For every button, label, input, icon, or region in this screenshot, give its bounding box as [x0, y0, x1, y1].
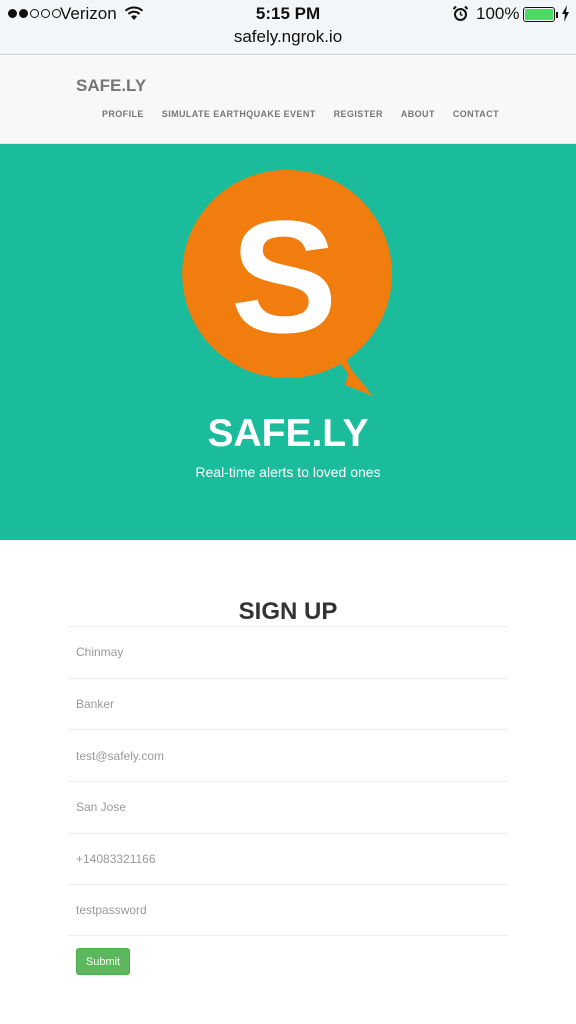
- alarm-icon: [452, 5, 469, 21]
- email-input[interactable]: [68, 748, 508, 763]
- nav-link-simulate-earthquake[interactable]: SIMULATE EARTHQUAKE EVENT: [162, 109, 316, 119]
- nav-link-profile[interactable]: PROFILE: [102, 109, 144, 119]
- battery-percent: 100%: [476, 4, 520, 23]
- nav-links: PROFILE SIMULATE EARTHQUAKE EVENT REGIST…: [102, 109, 499, 119]
- signup-title: SIGN UP: [238, 598, 338, 625]
- hero-subtitle: Real-time alerts to loved ones: [195, 464, 381, 480]
- logo-letter: S: [231, 187, 338, 366]
- submit-button[interactable]: Submit: [76, 948, 130, 975]
- ios-status-bar: Verizon 5:15 PM 100% safely.ngrok.io: [0, 0, 576, 55]
- form-row: [68, 626, 508, 678]
- battery-icon: [523, 7, 555, 22]
- address-bar-url[interactable]: safely.ngrok.io: [0, 27, 576, 47]
- hero-section: S SAFE.LY Real-time alerts to loved ones: [0, 144, 576, 540]
- battery-cap: [556, 12, 558, 18]
- site-navbar: SAFE.LY PROFILE SIMULATE EARTHQUAKE EVEN…: [0, 56, 576, 144]
- battery-fill: [525, 9, 553, 20]
- password-input[interactable]: [68, 903, 508, 918]
- nav-link-about[interactable]: ABOUT: [401, 109, 435, 119]
- nav-link-contact[interactable]: CONTACT: [453, 109, 499, 119]
- form-row: [68, 677, 508, 730]
- city-input[interactable]: [68, 800, 508, 815]
- form-row: [68, 832, 508, 885]
- hero-title: SAFE.LY: [207, 412, 369, 455]
- last-name-input[interactable]: [68, 697, 508, 712]
- form-row: [68, 781, 508, 833]
- form-row: [68, 729, 508, 781]
- phone-input[interactable]: [68, 852, 508, 867]
- form-row: [68, 884, 508, 937]
- signup-form: [68, 626, 508, 937]
- nav-link-register[interactable]: REGISTER: [334, 109, 383, 119]
- first-name-input[interactable]: [68, 645, 508, 660]
- status-row: Verizon 5:15 PM 100%: [0, 4, 576, 26]
- charging-bolt-icon: [562, 5, 569, 22]
- navbar-brand[interactable]: SAFE.LY: [76, 76, 146, 96]
- safely-logo-icon: S: [182, 170, 392, 396]
